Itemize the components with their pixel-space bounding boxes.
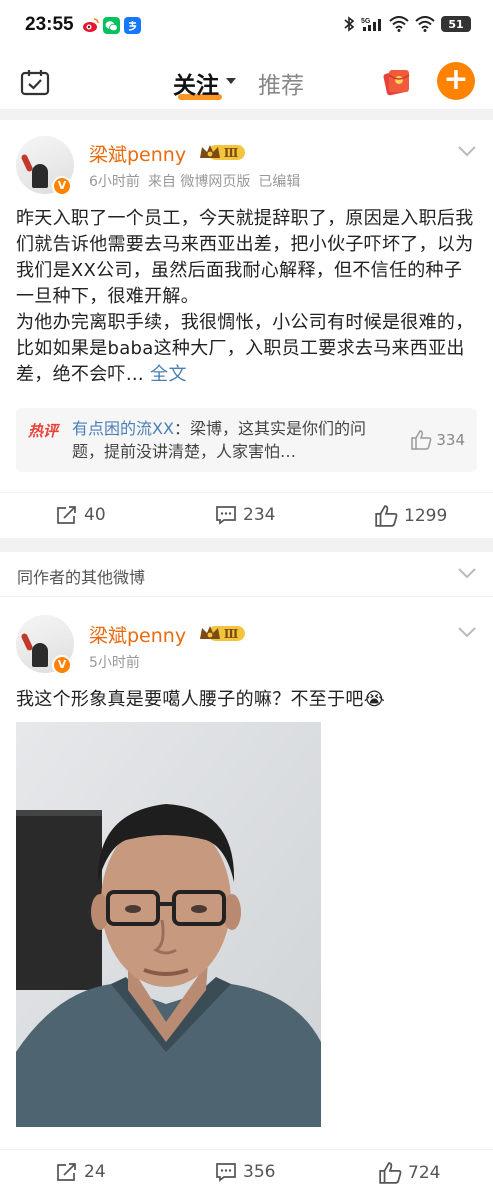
hot-comment-user[interactable]: 有点困的流XX (72, 419, 174, 438)
thumbs-up-icon (375, 505, 398, 527)
tab-recommend[interactable]: 推荐 (258, 66, 304, 100)
repost-icon (57, 506, 76, 524)
post-actions: 40 234 1299 (0, 492, 493, 538)
hot-comment-text: 有点困的流XX：梁博，这其实是你们的问题，提前没讲清楚，人家害怕… (72, 417, 392, 463)
crown-level-icon[interactable]: Ⅲ (198, 142, 246, 162)
verified-badge-icon: V (52, 655, 72, 675)
svg-text:Ⅲ: Ⅲ (224, 627, 239, 641)
wifi-icon-2 (415, 16, 435, 32)
verified-badge-icon: V (52, 176, 72, 196)
post-edited: 已编辑 (258, 174, 301, 190)
full-text-link[interactable]: 全文 (150, 364, 187, 385)
like-count: 1299 (404, 506, 448, 526)
hot-comment-tag: 热评 (28, 422, 59, 440)
chevron-down-icon[interactable] (457, 566, 477, 580)
post-time: 5小时前 (89, 655, 140, 671)
thumbs-up-icon (379, 1162, 402, 1184)
post-text: 昨天入职了一个员工，今天就提辞职了，原因是入职后我们就告诉他需要去马来西亚出差，… (16, 206, 478, 388)
battery-icon: 51 (441, 16, 471, 32)
tab-follow[interactable]: 关注 (173, 66, 219, 100)
red-packet-icon[interactable] (380, 64, 414, 98)
post-meta: 6小时前 来自 微博网页版 已编辑 (89, 171, 308, 191)
crown-level-icon[interactable]: Ⅲ (198, 623, 246, 643)
svg-text:5G: 5G (361, 18, 371, 25)
post-time: 6小时前 (89, 174, 140, 190)
wifi-icon (389, 16, 409, 32)
weibo-icon (82, 17, 99, 34)
section-header[interactable]: 同作者的其他微博 (0, 552, 493, 597)
post-source: 来自 微博网页版 (147, 174, 251, 190)
like-button[interactable]: 724 (378, 1162, 440, 1184)
compose-plus-button[interactable]: + (437, 62, 475, 100)
checkin-calendar-icon[interactable] (20, 68, 50, 96)
comment-icon (216, 506, 236, 525)
post-body: 昨天入职了一个员工，今天就提辞职了，原因是入职后我们就告诉他需要去马来西亚出差，… (16, 208, 474, 385)
comment-icon (216, 1163, 236, 1182)
status-bar: 23:55 5G 51 (0, 0, 493, 52)
status-time: 23:55 (25, 14, 74, 35)
notification-icons (82, 17, 141, 34)
repost-count: 24 (84, 1162, 106, 1182)
like-count: 724 (408, 1163, 441, 1183)
thumbs-up-icon (411, 430, 432, 450)
post-card[interactable]: V 梁斌penny Ⅲ 5小时前 我这个形象真是要噶人腰子的嘛？不至于吧😭 24… (0, 597, 493, 1199)
chevron-down-icon[interactable] (457, 144, 477, 158)
repost-count: 40 (84, 505, 106, 525)
bluetooth-icon (344, 16, 355, 32)
top-nav: 关注 推荐 + (0, 52, 493, 110)
chevron-down-icon[interactable] (457, 625, 477, 639)
repost-icon (57, 1163, 76, 1181)
comment-button[interactable]: 356 (215, 1162, 275, 1182)
comment-button[interactable]: 234 (215, 505, 275, 525)
man-portrait-photo (16, 722, 321, 1127)
signal-icon: 5G (361, 18, 381, 31)
alipay-icon (124, 17, 141, 34)
post-photo[interactable] (16, 722, 321, 1127)
hot-comment[interactable]: 热评 有点困的流XX：梁博，这其实是你们的问题，提前没讲清楚，人家害怕… 334 (16, 408, 477, 472)
svg-text:Ⅲ: Ⅲ (224, 146, 239, 160)
comment-count: 234 (243, 505, 276, 525)
post-card[interactable]: V 梁斌penny Ⅲ 6小时前 来自 微博网页版 已编辑 昨天入职了一个员工，今天… (0, 120, 493, 538)
repost-button[interactable]: 40 (56, 505, 106, 525)
hot-comment-likes: 334 (436, 431, 465, 449)
username[interactable]: 梁斌penny (89, 621, 186, 648)
system-icons: 5G 51 (344, 16, 471, 32)
username[interactable]: 梁斌penny (89, 140, 186, 167)
hot-comment-like-button[interactable]: 334 (410, 430, 465, 450)
repost-button[interactable]: 24 (56, 1162, 106, 1182)
comment-count: 356 (243, 1162, 276, 1182)
chevron-down-icon[interactable] (226, 78, 236, 84)
like-button[interactable]: 1299 (374, 505, 447, 527)
post-meta: 5小时前 (89, 652, 148, 672)
post-text: 我这个形象真是要噶人腰子的嘛？不至于吧😭 (16, 689, 386, 710)
post-actions: 24 356 724 (0, 1149, 493, 1195)
wechat-icon (103, 17, 120, 34)
section-title: 同作者的其他微博 (17, 568, 146, 587)
